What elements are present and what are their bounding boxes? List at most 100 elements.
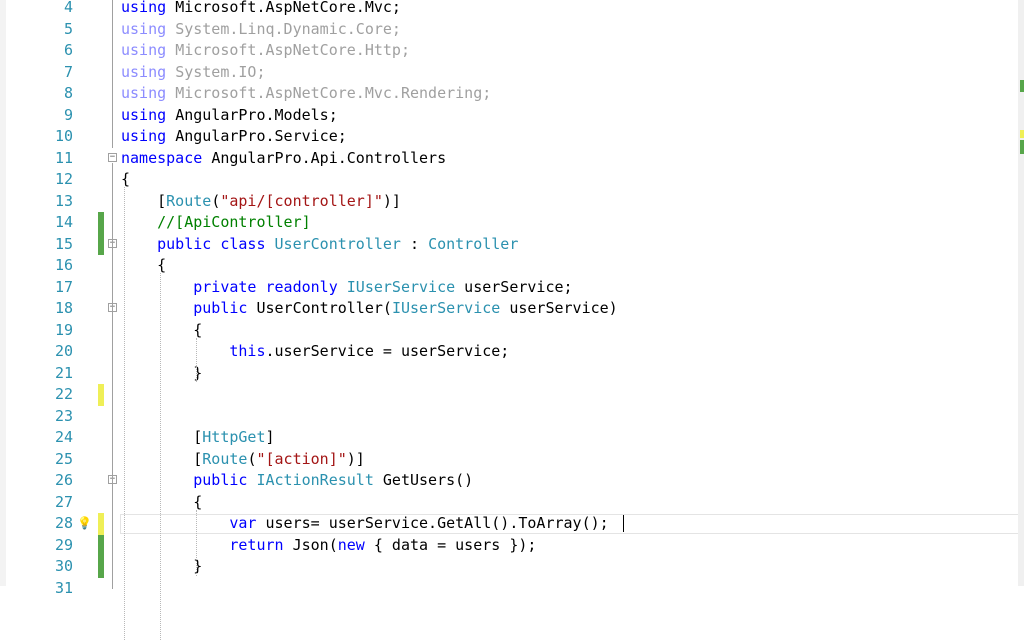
code-line[interactable]: 9 using AngularPro.Models; xyxy=(0,105,1010,127)
code-text[interactable]: using Microsoft.AspNetCore.Http; xyxy=(121,40,410,62)
code-line[interactable]: 30 } xyxy=(0,556,1010,578)
unsaved-change-marker xyxy=(98,384,104,406)
code-line[interactable]: 31 xyxy=(0,578,1010,600)
code-line[interactable]: 11 − namespace AngularPro.Api.Controllers xyxy=(0,148,1010,170)
code-text[interactable]: public IActionResult GetUsers() xyxy=(121,470,473,492)
code-line[interactable]: 5 using System.Linq.Dynamic.Core; xyxy=(0,19,1010,41)
code-token: public xyxy=(157,234,221,253)
line-number: 17 xyxy=(54,277,73,296)
code-editor[interactable]: 4 using Microsoft.AspNetCore.Mvc; 5 using S… xyxy=(0,0,1024,640)
code-text[interactable]: using AngularPro.Service; xyxy=(121,126,347,148)
code-line[interactable]: 7 using System.IO; xyxy=(0,62,1010,84)
code-text[interactable]: return Json(new { data = users }); xyxy=(121,535,536,557)
code-token: class xyxy=(220,234,275,253)
code-line[interactable]: 20 this.userService = userService; xyxy=(0,341,1010,363)
code-line[interactable]: 13 [Route("api/[controller]")] xyxy=(0,191,1010,213)
code-token: IUserService xyxy=(391,299,501,317)
code-token: GetUsers() xyxy=(373,471,474,489)
code-text[interactable]: using System.Linq.Dynamic.Core; xyxy=(121,19,401,41)
scrollbar-change-marker xyxy=(1020,140,1024,154)
code-line[interactable]: 14 //[ApiController] xyxy=(0,212,1010,234)
code-text[interactable]: { xyxy=(121,169,130,191)
collapse-icon[interactable]: − xyxy=(108,152,117,162)
code-text[interactable]: public UserController(IUserService userS… xyxy=(121,298,617,320)
line-number: 31 xyxy=(54,578,73,597)
code-line[interactable]: 26− public IActionResult GetUsers() xyxy=(0,470,1010,492)
code-line[interactable]: 22 xyxy=(0,384,1010,406)
code-line[interactable]: 28 💡 var users= userService.GetAll().ToAr… xyxy=(0,513,1024,535)
line-number: 27 xyxy=(54,492,73,511)
code-line[interactable]: 18− public UserController(IUserService u… xyxy=(0,298,1010,320)
line-number: 29 xyxy=(54,535,73,554)
fold-region-line xyxy=(112,0,113,148)
lightbulb-icon[interactable]: 💡 xyxy=(77,515,92,531)
code-text[interactable]: { xyxy=(121,492,202,514)
line-number: 20 xyxy=(54,342,73,360)
code-line[interactable]: 24 [HttpGet] xyxy=(0,427,1010,449)
code-token: [ xyxy=(121,191,167,210)
code-token: using xyxy=(121,19,176,38)
code-token: Controller xyxy=(428,234,519,253)
code-line[interactable]: 25 [Route("[action]")] xyxy=(0,449,1010,471)
line-number: 24 xyxy=(54,428,73,446)
vertical-scrollbar[interactable] xyxy=(1018,0,1024,586)
code-line[interactable]: 15− public class UserController : Contro… xyxy=(0,233,1010,256)
code-token: using xyxy=(121,62,176,81)
code-line[interactable]: 16 { xyxy=(0,255,1010,277)
code-text[interactable]: [HttpGet] xyxy=(121,427,275,449)
code-token: ] xyxy=(265,428,275,446)
scrollbar-change-marker xyxy=(1020,130,1024,138)
code-token: .userService = userService; xyxy=(265,342,510,360)
code-text[interactable]: using Microsoft.AspNetCore.Mvc; xyxy=(121,0,401,19)
code-line[interactable]: 17 private readonly IUserService userSer… xyxy=(0,277,1010,299)
code-text[interactable]: using Microsoft.AspNetCore.Mvc.Rendering… xyxy=(121,83,491,105)
code-token: public xyxy=(193,471,257,489)
code-token: public xyxy=(193,299,257,317)
unsaved-change-marker xyxy=(98,513,104,535)
code-token: AngularPro.Models; xyxy=(175,105,338,124)
code-line[interactable]: 23 xyxy=(0,406,1010,428)
code-line[interactable]: 19 { xyxy=(0,320,1010,342)
code-token: var xyxy=(229,514,266,532)
line-number: 16 xyxy=(54,256,73,274)
code-token: [ xyxy=(121,449,203,468)
code-line[interactable]: 8 using Microsoft.AspNetCore.Mvc.Renderin… xyxy=(0,83,1010,105)
code-token: HttpGet xyxy=(202,428,266,446)
code-token: } xyxy=(121,557,203,575)
code-text[interactable]: using AngularPro.Models; xyxy=(121,105,338,127)
line-number: 21 xyxy=(54,363,73,382)
code-text[interactable]: using System.IO; xyxy=(121,62,266,84)
code-line[interactable]: 6 using Microsoft.AspNetCore.Http; xyxy=(0,40,1010,62)
code-token: : xyxy=(400,234,429,253)
code-text[interactable]: private readonly IUserService userServic… xyxy=(121,277,572,299)
line-number: 23 xyxy=(54,406,73,425)
code-token: )] xyxy=(382,191,401,210)
code-text[interactable]: //[ApiController] xyxy=(121,212,311,234)
indent-guide xyxy=(196,509,198,576)
code-text[interactable]: } xyxy=(121,556,202,578)
saved-change-marker xyxy=(98,556,104,578)
code-text[interactable]: [Route("api/[controller]")] xyxy=(121,191,401,213)
code-token: new xyxy=(337,535,374,554)
code-text[interactable]: } xyxy=(121,363,202,385)
code-line[interactable]: 10 using AngularPro.Service; xyxy=(0,126,1010,148)
code-line[interactable]: 27 { xyxy=(0,492,1010,514)
code-line[interactable]: 12 { xyxy=(0,169,1010,191)
code-line[interactable]: 29 return Json(new { data = users }); xyxy=(0,534,1010,557)
code-token: private xyxy=(193,277,266,296)
code-text[interactable]: { xyxy=(121,320,202,342)
code-token: { xyxy=(121,256,167,274)
code-text[interactable]: namespace AngularPro.Api.Controllers xyxy=(121,148,446,170)
code-text[interactable]: public class UserController : Controller xyxy=(121,234,518,256)
code-token: using xyxy=(121,127,176,145)
line-number: 12 xyxy=(54,170,73,188)
code-line[interactable]: 21 } xyxy=(0,363,1010,385)
code-line[interactable]: 4 using Microsoft.AspNetCore.Mvc; xyxy=(0,0,1010,19)
code-token: using xyxy=(121,0,176,16)
code-text[interactable]: [Route("[action]")] xyxy=(121,449,365,471)
code-text[interactable]: this.userService = userService; xyxy=(121,341,509,363)
